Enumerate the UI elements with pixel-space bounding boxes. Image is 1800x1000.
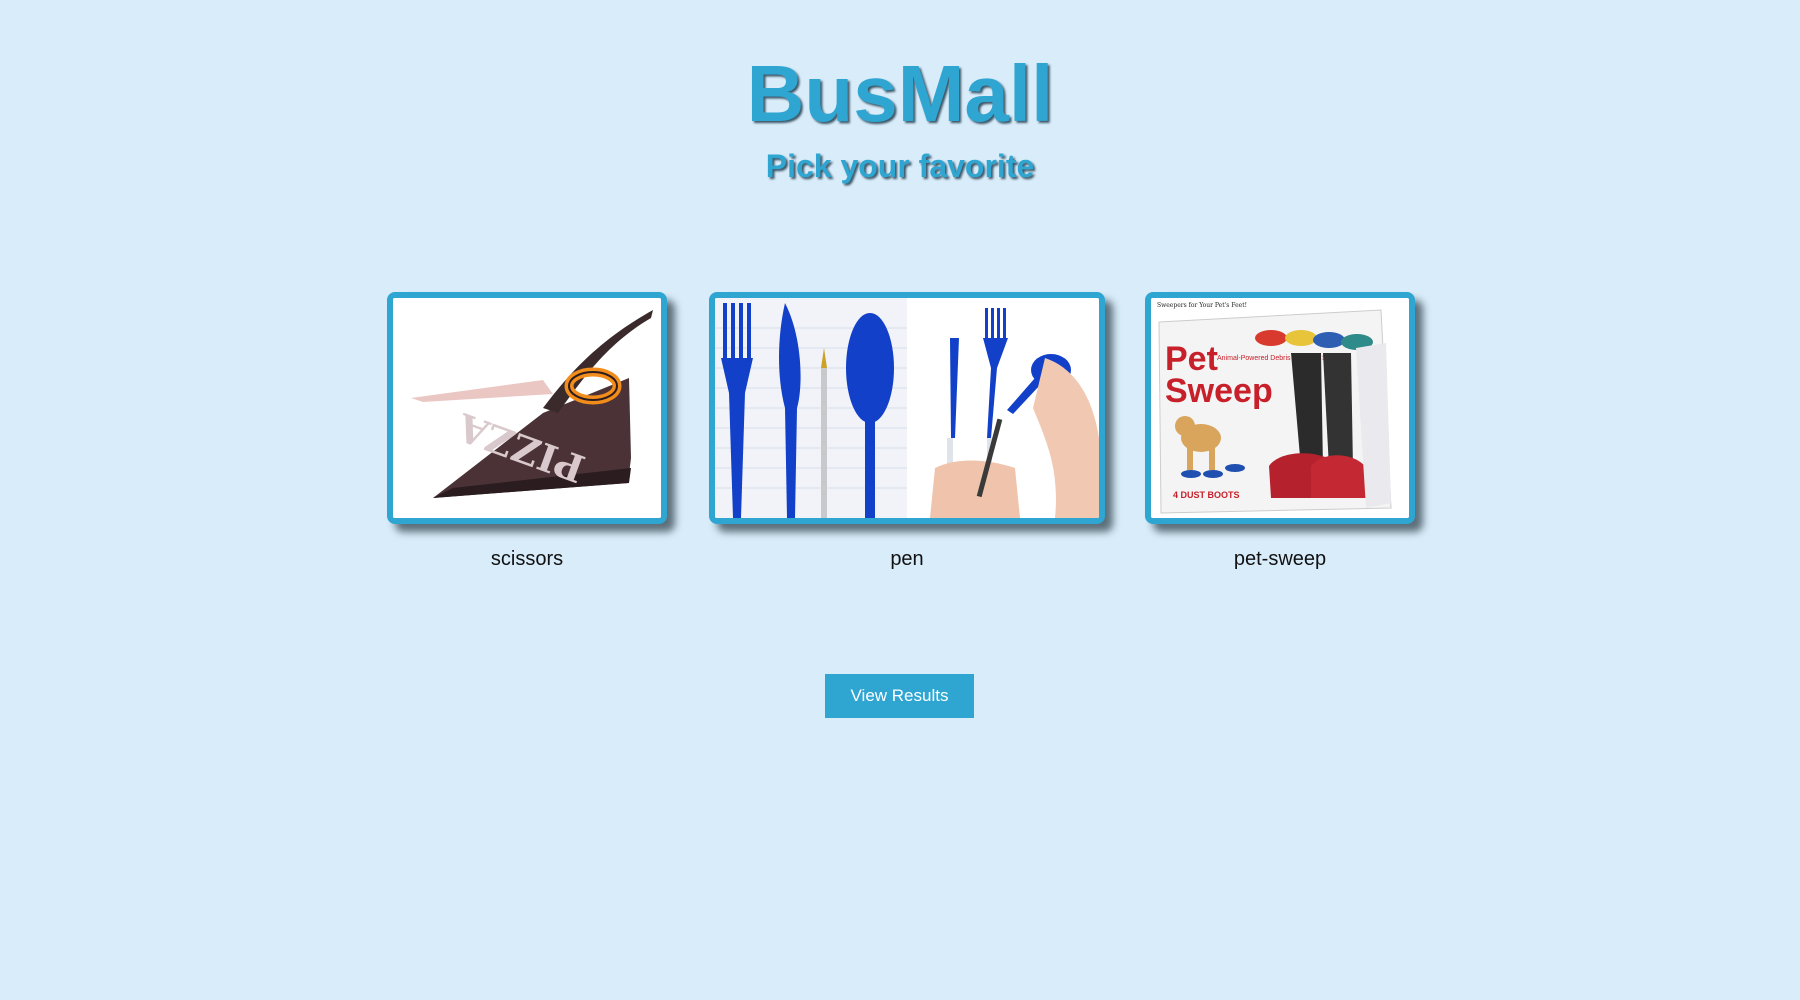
product-card-pet-sweep[interactable]: Sweepers for Your Pet's Feet! Pet Sweep …	[1145, 292, 1415, 524]
pet-sweep-box-image[interactable]: Sweepers for Your Pet's Feet! Pet Sweep …	[1151, 298, 1409, 518]
pet-sweep-boots-text: 4 DUST BOOTS	[1173, 490, 1240, 500]
pet-sweep-brand-line2: Sweep	[1165, 372, 1273, 410]
pizza-scissors-image[interactable]: PIZZA	[393, 298, 661, 518]
product-caption-pet-sweep: pet-sweep	[1233, 548, 1327, 570]
product-caption-scissors: scissors	[490, 548, 564, 570]
pet-sweep-tag-text: Sweepers for Your Pet's Feet!	[1157, 302, 1247, 309]
product-caption-pen: pen	[890, 548, 924, 570]
product-card-pen[interactable]	[709, 292, 1105, 524]
pen-utensils-image[interactable]	[715, 298, 1099, 518]
page-subtitle: Pick your favorite	[765, 148, 1035, 184]
product-card-scissors[interactable]: PIZZA	[387, 292, 667, 524]
page-title: BusMall	[746, 49, 1054, 138]
view-results-button[interactable]: View Results	[825, 674, 974, 718]
